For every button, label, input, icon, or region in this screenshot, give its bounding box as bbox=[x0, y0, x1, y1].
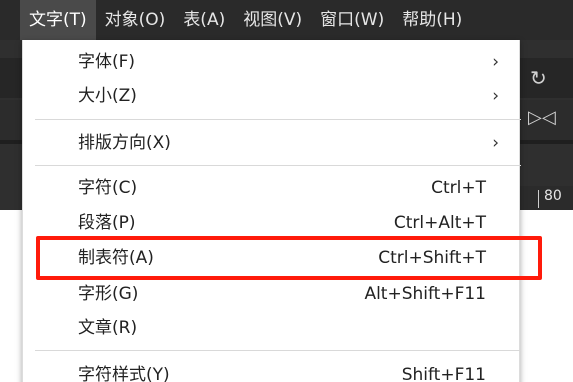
menu-divider bbox=[35, 350, 521, 351]
menu-text[interactable]: 文字(T) bbox=[20, 0, 96, 40]
menu-window[interactable]: 窗口(W) bbox=[311, 0, 393, 40]
menu-item-character[interactable]: 字符(C) Ctrl+T bbox=[23, 171, 521, 205]
menu-table[interactable]: 表(A) bbox=[174, 0, 234, 40]
menu-item-shortcut: Ctrl+T bbox=[431, 178, 486, 198]
menu-item-shortcut: Ctrl+Alt+T bbox=[393, 213, 486, 233]
app-window: ↻ ▷◁ 80 文字(T) 对象(O) 表(A) 视图(V) 窗口(W) 帮助(… bbox=[0, 0, 573, 382]
menu-item-type-orientation[interactable]: 排版方向(X) › bbox=[23, 126, 521, 160]
menu-item-label: 段落(P) bbox=[78, 213, 136, 233]
menu-item-label: 排版方向(X) bbox=[78, 133, 171, 153]
menu-item-shortcut: Alt+Shift+F11 bbox=[364, 284, 486, 304]
menu-divider bbox=[35, 165, 521, 166]
ruler-label: 80 bbox=[544, 188, 562, 204]
submenu-arrow-icon: › bbox=[492, 133, 499, 153]
menu-bar: 文字(T) 对象(O) 表(A) 视图(V) 窗口(W) 帮助(H) bbox=[0, 0, 573, 40]
flip-horizontal-icon[interactable]: ▷◁ bbox=[528, 108, 556, 128]
menu-item-shortcut: Ctrl+Shift+T bbox=[378, 248, 486, 268]
menu-item-label: 制表符(A) bbox=[78, 248, 154, 268]
ruler-tick bbox=[538, 190, 539, 208]
menu-item-shortcut: Shift+F11 bbox=[401, 365, 486, 382]
menu-item-label: 字符(C) bbox=[78, 178, 138, 198]
horizontal-ruler: 80 bbox=[520, 186, 573, 210]
menu-bar-edge bbox=[0, 0, 20, 40]
menu-divider bbox=[35, 119, 521, 120]
menu-item-font[interactable]: 字体(F) › bbox=[23, 45, 521, 79]
menu-item-character-styles[interactable]: 字符样式(Y) Shift+F11 bbox=[23, 358, 521, 382]
menu-help[interactable]: 帮助(H) bbox=[393, 0, 471, 40]
menu-item-glyphs[interactable]: 字形(G) Alt+Shift+F11 bbox=[23, 277, 521, 311]
menu-item-tabs[interactable]: 制表符(A) Ctrl+Shift+T bbox=[23, 241, 521, 275]
menu-item-label: 字符样式(Y) bbox=[78, 365, 170, 382]
text-menu-dropdown: 字体(F) › 大小(Z) › 排版方向(X) › 字符(C) Ctrl+T 段… bbox=[22, 40, 521, 382]
menu-item-paragraph[interactable]: 段落(P) Ctrl+Alt+T bbox=[23, 206, 521, 240]
menu-item-story[interactable]: 文章(R) bbox=[23, 311, 521, 345]
rotate-icon[interactable]: ↻ bbox=[530, 68, 547, 88]
menu-item-size[interactable]: 大小(Z) › bbox=[23, 79, 521, 113]
menu-view[interactable]: 视图(V) bbox=[234, 0, 311, 40]
menu-object[interactable]: 对象(O) bbox=[96, 0, 175, 40]
menu-item-label: 字形(G) bbox=[78, 284, 139, 304]
submenu-arrow-icon: › bbox=[492, 52, 499, 72]
submenu-arrow-icon: › bbox=[492, 86, 499, 106]
menu-item-label: 大小(Z) bbox=[78, 86, 137, 106]
menu-item-label: 字体(F) bbox=[78, 52, 136, 72]
menu-item-label: 文章(R) bbox=[78, 318, 138, 338]
